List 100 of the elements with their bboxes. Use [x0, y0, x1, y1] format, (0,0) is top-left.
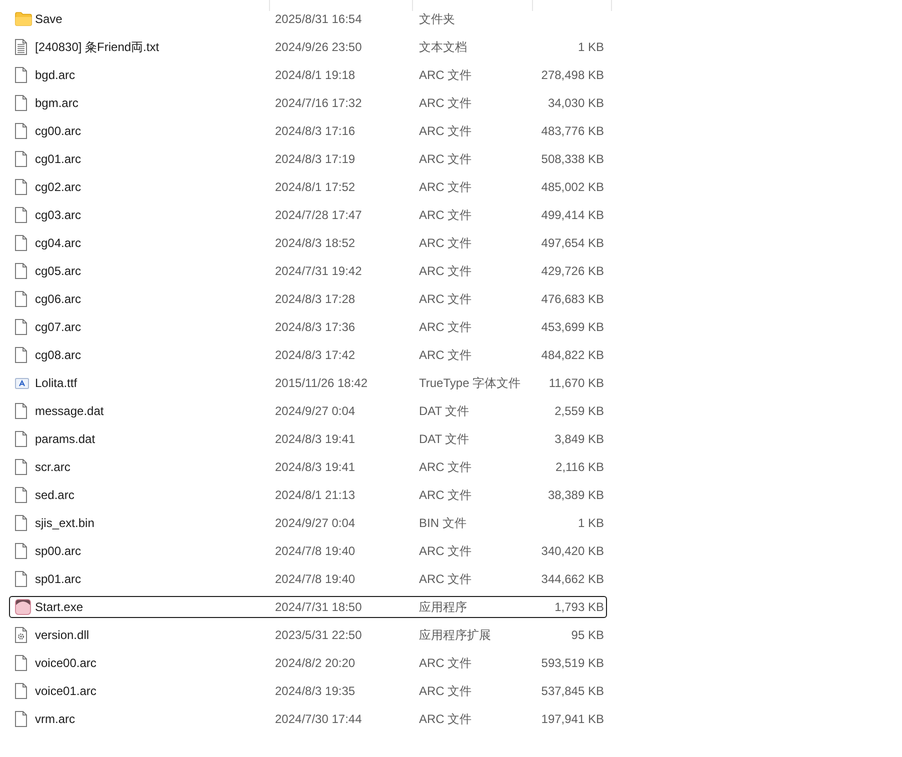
file-type: ARC 文件: [419, 291, 472, 307]
file-size: 38,389 KB: [548, 487, 604, 503]
file-name[interactable]: message.dat: [35, 403, 104, 419]
file-name[interactable]: bgd.arc: [35, 67, 76, 83]
file-type: ARC 文件: [419, 179, 472, 195]
file-name[interactable]: bgm.arc: [35, 95, 78, 111]
file-type: ARC 文件: [419, 655, 472, 671]
file-size: 344,662 KB: [541, 571, 604, 587]
document-icon: [15, 403, 27, 419]
file-row[interactable]: Start.exe 2024/7/31 18:50 应用程序 1,793 KB: [9, 596, 607, 618]
file-size: 499,414 KB: [541, 207, 604, 223]
file-size: 1,793 KB: [554, 599, 604, 615]
file-name[interactable]: voice00.arc: [35, 655, 96, 671]
modified-date: 2024/8/3 17:28: [275, 291, 356, 307]
folder-icon: [15, 12, 32, 26]
document-icon: [15, 655, 27, 671]
file-name[interactable]: cg04.arc: [35, 235, 82, 251]
document-icon: [15, 431, 27, 447]
modified-date: 2024/8/3 17:42: [275, 347, 356, 363]
file-type: ARC 文件: [419, 207, 472, 223]
document-icon: [15, 263, 27, 279]
modified-date: 2024/7/8 19:40: [275, 571, 356, 587]
file-size: 2,559 KB: [554, 403, 604, 419]
modified-date: 2024/8/3 17:19: [275, 151, 356, 167]
modified-date: 2024/7/31 18:50: [275, 599, 362, 615]
file-type: ARC 文件: [419, 683, 472, 699]
file-type: ARC 文件: [419, 235, 472, 251]
modified-date: 2024/7/8 19:40: [275, 543, 356, 559]
file-name[interactable]: cg01.arc: [35, 151, 82, 167]
file-name: Start.exe: [35, 599, 84, 615]
file-name[interactable]: cg07.arc: [35, 319, 82, 335]
file-name[interactable]: cg00.arc: [35, 123, 82, 139]
file-size: 483,776 KB: [541, 123, 604, 139]
file-size: 34,030 KB: [548, 95, 604, 111]
modified-date: 2024/8/3 17:36: [275, 319, 356, 335]
file-size: 197,941 KB: [541, 711, 604, 727]
modified-date: 2024/8/3 19:41: [275, 431, 356, 447]
file-type: ARC 文件: [419, 459, 472, 475]
file-name[interactable]: cg06.arc: [35, 291, 82, 307]
file-type: ARC 文件: [419, 319, 472, 335]
file-size: 11,670 KB: [548, 375, 604, 391]
file-name[interactable]: cg05.arc: [35, 263, 82, 279]
file-name[interactable]: vrm.arc: [35, 711, 75, 727]
file-name[interactable]: sjis_ext.bin: [35, 515, 94, 531]
font-file-icon: [15, 378, 29, 388]
file-name[interactable]: Save: [35, 11, 62, 27]
document-icon: [15, 571, 27, 587]
file-type: ARC 文件: [419, 95, 472, 111]
document-icon: [15, 67, 27, 83]
file-size: 537,845 KB: [541, 683, 604, 699]
document-icon: [15, 347, 27, 363]
modified-date: 2025/8/31 16:54: [275, 11, 362, 27]
modified-date: 2015/11/26 18:42: [275, 375, 368, 391]
file-name[interactable]: scr.arc: [35, 459, 70, 475]
gear-document-icon: [15, 627, 27, 643]
file-type: TrueType 字体文件: [419, 375, 521, 391]
file-name[interactable]: sed.arc: [35, 487, 74, 503]
file-name[interactable]: cg08.arc: [35, 347, 82, 363]
file-name[interactable]: Lolita.ttf: [35, 375, 78, 391]
file-size: 484,822 KB: [541, 347, 604, 363]
file-type: 应用程序扩展: [419, 627, 491, 643]
file-type: ARC 文件: [419, 123, 472, 139]
file-type: BIN 文件: [419, 515, 466, 531]
file-type: ARC 文件: [419, 543, 472, 559]
document-icon: [15, 683, 27, 699]
document-icon: [15, 543, 27, 559]
file-name[interactable]: cg02.arc: [35, 179, 82, 195]
file-name[interactable]: cg03.arc: [35, 207, 82, 223]
file-type: ARC 文件: [419, 487, 472, 503]
file-type: DAT 文件: [419, 403, 470, 419]
file-name[interactable]: version.dll: [35, 627, 90, 643]
file-size: 497,654 KB: [541, 235, 604, 251]
file-size: 3,849 KB: [554, 431, 604, 447]
file-name[interactable]: voice01.arc: [35, 683, 96, 699]
modified-date: 2024/7/30 17:44: [275, 711, 362, 727]
file-size: 485,002 KB: [541, 179, 604, 195]
file-name[interactable]: [240830] 粂Friend両.txt: [35, 39, 160, 55]
modified-date: 2024/9/27 0:04: [275, 403, 356, 419]
document-icon: [15, 95, 27, 111]
file-type: 文件夹: [419, 11, 455, 27]
modified-date: 2024/8/3 19:35: [275, 683, 356, 699]
file-size: 1 KB: [578, 39, 604, 55]
file-type: ARC 文件: [419, 151, 472, 167]
file-name[interactable]: sp00.arc: [35, 543, 82, 559]
modified-date: 2024/8/3 19:41: [275, 459, 356, 475]
file-name[interactable]: params.dat: [35, 431, 96, 447]
file-type: ARC 文件: [419, 347, 472, 363]
file-size: 2,116 KB: [556, 459, 604, 475]
app-icon: [15, 599, 31, 615]
file-type: ARC 文件: [419, 263, 472, 279]
modified-date: 2024/7/31 19:42: [275, 263, 362, 279]
file-type: DAT 文件: [419, 431, 470, 447]
document-icon: [15, 515, 27, 531]
file-type: ARC 文件: [419, 711, 472, 727]
modified-date: 2024/8/2 20:20: [275, 655, 356, 671]
document-icon: [15, 319, 27, 335]
file-size: 508,338 KB: [541, 151, 604, 167]
document-icon: [15, 711, 27, 727]
file-name[interactable]: sp01.arc: [35, 571, 82, 587]
modified-date: 2024/8/3 17:16: [275, 123, 356, 139]
